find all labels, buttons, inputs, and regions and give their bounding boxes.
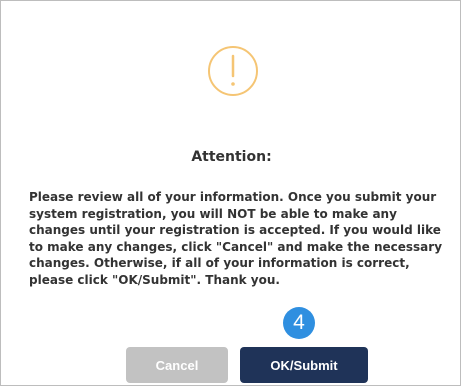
confirmation-dialog: Attention: Please review all of your inf…	[0, 0, 461, 386]
cancel-button[interactable]: Cancel	[126, 347, 228, 383]
step-badge: 4	[283, 307, 315, 339]
dialog-message: Please review all of your information. O…	[29, 190, 443, 287]
submit-button[interactable]: OK/Submit	[240, 347, 368, 383]
exclamation-circle-icon	[207, 45, 259, 125]
dialog-title: Attention:	[191, 149, 272, 165]
